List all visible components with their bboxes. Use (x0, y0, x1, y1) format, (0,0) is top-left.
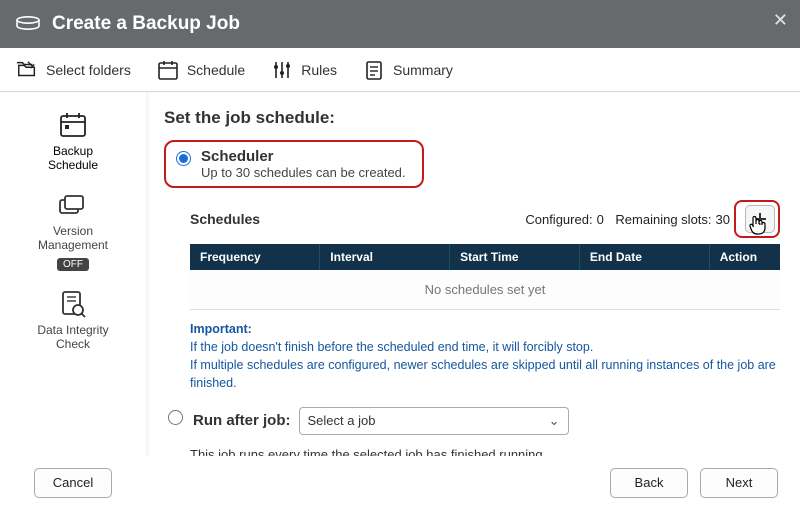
col-frequency: Frequency (190, 244, 320, 270)
add-schedule-button[interactable] (745, 205, 775, 233)
step-label: Select folders (46, 62, 131, 78)
step-schedule[interactable]: Schedule (157, 59, 245, 81)
empty-text: No schedules set yet (190, 270, 780, 310)
select-job-dropdown[interactable]: Select a job ⌄ (299, 407, 569, 435)
col-action: Action (709, 244, 780, 270)
col-interval: Interval (320, 244, 450, 270)
important-note: Important: If the job doesn't finish bef… (190, 320, 780, 393)
wizard-steps: Select folders Schedule Rules Summary (0, 48, 800, 92)
summary-icon (363, 59, 385, 81)
sub-sidebar: Backup Schedule Version Management OFF D… (0, 92, 146, 456)
scheduler-radio[interactable] (176, 151, 191, 166)
off-badge: OFF (57, 258, 89, 271)
important-line1: If the job doesn't finish before the sch… (190, 338, 780, 356)
remaining-label: Remaining slots: (615, 212, 711, 227)
content-heading: Set the job schedule: (164, 108, 780, 128)
folders-icon (16, 59, 38, 81)
scheduler-sub: Up to 30 schedules can be created. (201, 165, 406, 180)
sidebar-item-version-management[interactable]: Version Management OFF (6, 190, 140, 271)
versions-icon (56, 190, 90, 220)
footer-bar: Cancel Back Next (0, 456, 800, 508)
configured-label: Configured: (525, 212, 592, 227)
schedules-table: Frequency Interval Start Time End Date A… (190, 244, 780, 310)
step-summary[interactable]: Summary (363, 59, 453, 81)
table-empty-row: No schedules set yet (190, 270, 780, 310)
title-bar: Create a Backup Job ✕ (0, 0, 800, 48)
configured-value: 0 (597, 212, 604, 227)
sidebar-item-label: Version Management (38, 224, 108, 252)
remaining-value: 30 (716, 212, 730, 227)
close-icon[interactable]: ✕ (773, 10, 788, 31)
col-start-time: Start Time (450, 244, 580, 270)
integrity-icon (56, 289, 90, 319)
back-button[interactable]: Back (610, 468, 688, 498)
sliders-icon (271, 59, 293, 81)
step-label: Summary (393, 62, 453, 78)
sidebar-item-backup-schedule[interactable]: Backup Schedule (6, 110, 140, 172)
calendar-icon (56, 110, 90, 140)
col-end-date: End Date (579, 244, 709, 270)
step-label: Rules (301, 62, 337, 78)
scheduler-highlight: Scheduler Up to 30 schedules can be crea… (164, 140, 424, 188)
step-select-folders[interactable]: Select folders (16, 59, 131, 81)
run-after-option[interactable]: Run after job: Select a job ⌄ (164, 401, 780, 441)
run-after-label: Run after job: (193, 412, 291, 429)
run-after-sub: This job runs every time the selected jo… (190, 447, 780, 457)
important-title: Important: (190, 320, 780, 338)
scheduler-label: Scheduler (201, 148, 406, 165)
step-label: Schedule (187, 62, 245, 78)
calendar-icon (157, 59, 179, 81)
chevron-down-icon: ⌄ (549, 413, 560, 429)
run-after-radio[interactable] (168, 410, 183, 425)
app-icon (14, 14, 42, 34)
sidebar-item-label: Backup Schedule (48, 144, 98, 172)
scheduler-option[interactable]: Scheduler Up to 30 schedules can be crea… (176, 148, 412, 180)
schedules-block: Schedules Configured: 0 Remaining slots:… (190, 200, 780, 310)
schedules-title: Schedules (190, 211, 260, 227)
select-job-placeholder: Select a job (308, 413, 376, 428)
cancel-button[interactable]: Cancel (34, 468, 112, 498)
sidebar-item-data-integrity[interactable]: Data Integrity Check (6, 289, 140, 351)
important-line2: If multiple schedules are configured, ne… (190, 356, 780, 392)
next-button[interactable]: Next (700, 468, 778, 498)
content-panel: Set the job schedule: Scheduler Up to 30… (146, 92, 800, 456)
main-area: Backup Schedule Version Management OFF D… (0, 92, 800, 456)
add-schedule-highlight (734, 200, 780, 238)
sidebar-item-label: Data Integrity Check (37, 323, 108, 351)
step-rules[interactable]: Rules (271, 59, 337, 81)
window-title: Create a Backup Job (52, 13, 240, 35)
